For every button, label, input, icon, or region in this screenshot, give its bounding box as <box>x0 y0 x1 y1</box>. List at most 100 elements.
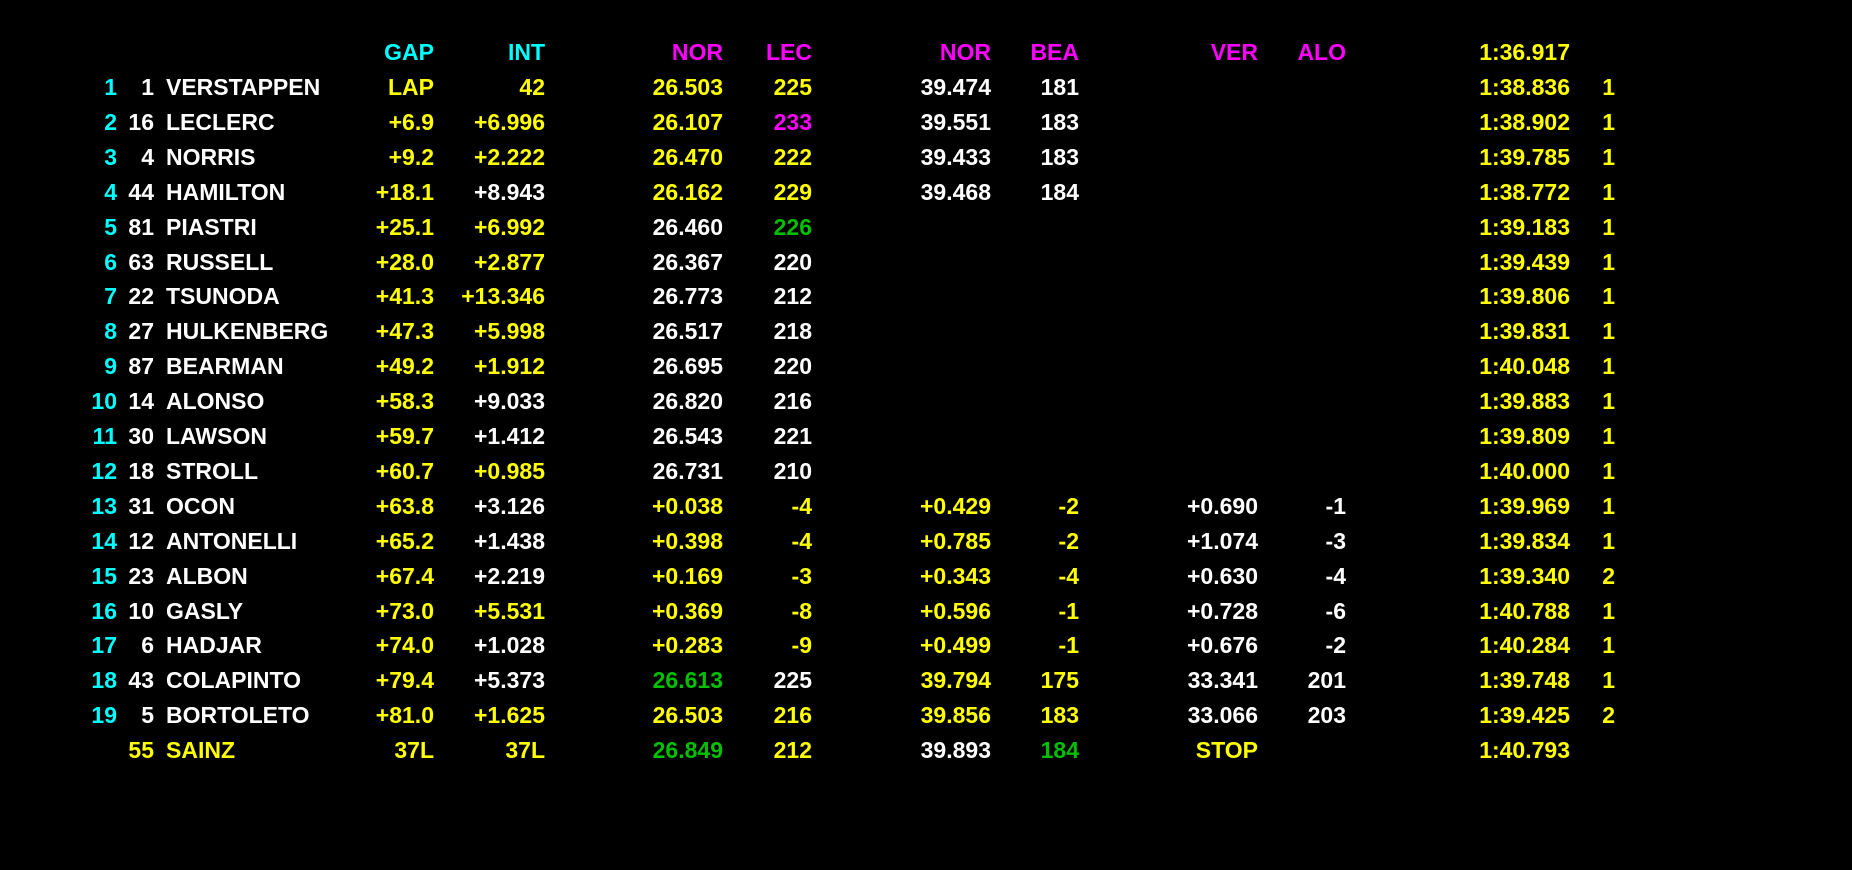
timing-board: GAP INT NOR LEC NOR BEA VER ALO 1:36.917 1 1 VERSTA… <box>0 0 1852 870</box>
int-cell: +6.996 <box>474 108 545 135</box>
car-number-cell: 18 <box>128 457 154 484</box>
s1b-cell: 212 <box>773 283 812 310</box>
s3-cell <box>1148 454 1258 489</box>
s2-cell <box>881 279 991 314</box>
gap-cell: +63.8 <box>375 492 434 519</box>
s2-cell: 39.794 <box>920 667 991 694</box>
s1b-cell: -4 <box>791 527 812 554</box>
lap-cell: 1:40.284 <box>1479 632 1570 659</box>
s2b-cell: -1 <box>1058 597 1079 624</box>
lap-cell: 1:40.048 <box>1479 353 1570 380</box>
gap-cell: +41.3 <box>375 283 434 310</box>
lap-cell: 1:39.806 <box>1479 283 1570 310</box>
s1-cell: 26.367 <box>652 248 723 275</box>
car-number-cell: 5 <box>141 702 154 729</box>
lap-cell: 1:39.785 <box>1479 143 1570 170</box>
s2b-cell <box>999 419 1079 454</box>
s1-cell: +0.283 <box>652 632 723 659</box>
s2b-cell: 183 <box>1040 143 1079 170</box>
car-number-cell: 12 <box>128 527 154 554</box>
pit-count-cell: 1 <box>1602 213 1615 240</box>
s2b-cell <box>999 384 1079 419</box>
s1b-cell: 225 <box>773 667 812 694</box>
lap-cell: 1:39.883 <box>1479 388 1570 415</box>
s1b-cell: 229 <box>773 178 812 205</box>
s3-cell <box>1148 175 1258 210</box>
s3-cell <box>1148 349 1258 384</box>
int-cell: +0.985 <box>474 457 545 484</box>
s2-cell: 39.856 <box>920 702 991 729</box>
s3-cell <box>1148 105 1258 140</box>
car-number-cell: 1 <box>141 74 154 100</box>
s3b-cell <box>1266 384 1346 419</box>
gap-cell: +18.1 <box>375 178 434 205</box>
int-cell: +3.126 <box>474 492 545 519</box>
car-number-cell: 16 <box>128 108 154 135</box>
gap-cell: +6.9 <box>388 108 434 135</box>
s1b-cell: 216 <box>773 702 812 729</box>
s3b-cell <box>1266 210 1346 245</box>
int-cell: +1.625 <box>474 702 545 729</box>
int-cell: +1.412 <box>474 423 545 449</box>
int-cell: +2.219 <box>474 562 545 589</box>
s3-cell: STOP <box>1195 737 1258 764</box>
gap-cell: +60.7 <box>375 457 434 484</box>
s2b-cell: -2 <box>1058 527 1079 554</box>
s1b-cell: 233 <box>773 108 812 135</box>
car-number-cell: 81 <box>128 213 154 240</box>
s2-cell: 39.433 <box>920 143 991 170</box>
pit-count-cell: 2 <box>1602 702 1615 729</box>
int-cell: +13.346 <box>461 283 545 310</box>
column-header-s3: VER <box>1210 39 1258 65</box>
s3-cell: +0.690 <box>1187 492 1258 519</box>
pit-count-cell <box>1575 733 1615 768</box>
s3b-cell <box>1266 733 1346 768</box>
s3-cell <box>1148 419 1258 454</box>
s2-cell: +0.785 <box>920 527 991 554</box>
pit-count-cell: 1 <box>1602 527 1615 554</box>
s2-cell: +0.596 <box>920 597 991 624</box>
s2b-cell: 184 <box>1040 737 1079 764</box>
s3b-cell: -4 <box>1325 562 1346 589</box>
pit-count-cell: 1 <box>1602 248 1615 275</box>
s1-cell: 26.543 <box>652 423 723 449</box>
pit-count-cell: 1 <box>1602 353 1615 380</box>
s3-cell: +0.630 <box>1187 562 1258 589</box>
s3b-cell: -1 <box>1325 492 1346 519</box>
s2b-cell: 181 <box>1040 74 1079 100</box>
s1-cell: +0.169 <box>652 562 723 589</box>
gap-cell: +79.4 <box>375 667 434 694</box>
s2-cell <box>881 210 991 245</box>
lap-cell: 1:39.809 <box>1479 423 1570 449</box>
column-header-s1b: LEC <box>766 39 812 65</box>
s1b-cell: 218 <box>773 318 812 345</box>
car-number-cell: 87 <box>128 353 154 380</box>
s1b-cell: -9 <box>791 632 812 659</box>
lap-cell: 1:39.425 <box>1479 702 1570 729</box>
s1-cell: +0.038 <box>652 492 723 519</box>
s2-cell <box>881 314 991 349</box>
lap-cell: 1:39.439 <box>1479 248 1570 275</box>
column-header-best: 1:36.917 <box>1479 39 1570 65</box>
s3b-cell: -6 <box>1325 597 1346 624</box>
car-number-cell: 27 <box>128 318 154 345</box>
int-cell: +1.438 <box>474 527 545 554</box>
lap-cell: 1:40.793 <box>1479 737 1570 764</box>
s2b-cell <box>999 245 1079 280</box>
column-header-s1: NOR <box>671 39 723 65</box>
s2b-cell: -4 <box>1058 562 1079 589</box>
s2b-cell: 184 <box>1040 178 1079 205</box>
column-header-int: INT <box>507 39 545 65</box>
s1b-cell: 220 <box>773 353 812 380</box>
car-number-cell: 43 <box>128 667 154 694</box>
s2b-cell: 175 <box>1040 667 1079 694</box>
s3-cell <box>1148 384 1258 419</box>
s1b-cell: 210 <box>773 457 812 484</box>
s1b-cell: 226 <box>773 213 812 240</box>
car-number-cell: 30 <box>128 423 154 449</box>
s3-cell: +0.728 <box>1187 597 1258 624</box>
lap-cell: 1:40.788 <box>1479 597 1570 624</box>
pit-count-cell: 1 <box>1602 143 1615 170</box>
lap-cell: 1:38.902 <box>1479 108 1570 135</box>
gap-cell: LAP <box>388 74 434 100</box>
